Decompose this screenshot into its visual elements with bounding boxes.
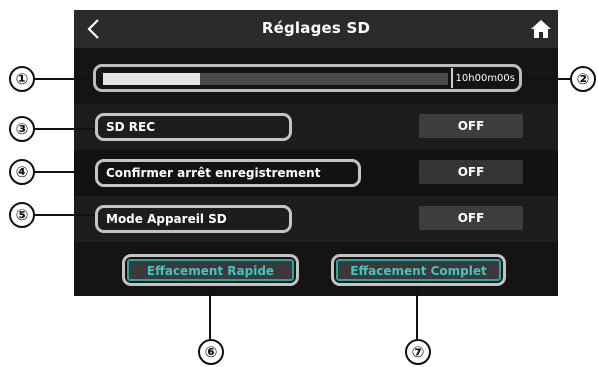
sd-rec-toggle[interactable]: OFF xyxy=(419,114,523,138)
callout-6-leader xyxy=(209,286,211,339)
callout-7-leader xyxy=(416,286,418,339)
full-erase-frame: Effacement Complet xyxy=(331,254,506,286)
setting-label-sd-device-mode: Mode Appareil SD xyxy=(95,205,292,233)
callout-2-leader xyxy=(522,78,570,80)
capacity-bar-track xyxy=(103,73,448,85)
callout-5: ⑤ xyxy=(9,202,35,228)
home-icon[interactable] xyxy=(530,18,552,40)
sd-settings-screen: Réglages SD 10h00m00s SD REC OFF Confirm… xyxy=(74,10,558,296)
callout-5-leader xyxy=(33,214,95,216)
quick-erase-frame: Effacement Rapide xyxy=(122,254,299,286)
callout-4-leader xyxy=(33,171,95,173)
sd-capacity-meter: 10h00m00s xyxy=(93,64,522,92)
sd-device-mode-toggle[interactable]: OFF xyxy=(419,206,523,230)
confirm-stop-toggle[interactable]: OFF xyxy=(419,160,523,184)
full-erase-button[interactable]: Effacement Complet xyxy=(336,259,501,281)
callout-3-leader xyxy=(33,128,95,130)
callout-6: ⑥ xyxy=(198,339,224,365)
callout-3: ③ xyxy=(9,116,35,142)
callout-1-leader xyxy=(33,78,93,80)
title-bar: Réglages SD xyxy=(74,10,558,48)
callout-2: ② xyxy=(570,66,596,92)
setting-label-sd-rec: SD REC xyxy=(95,113,292,141)
page-title: Réglages SD xyxy=(261,19,371,37)
callout-4: ④ xyxy=(9,159,35,185)
callout-1: ① xyxy=(9,66,35,92)
remaining-time: 10h00m00s xyxy=(455,73,515,84)
quick-erase-button[interactable]: Effacement Rapide xyxy=(127,259,294,281)
setting-row-sd-device-mode: Mode Appareil SD OFF xyxy=(74,196,558,242)
capacity-divider xyxy=(451,68,453,88)
callout-7: ⑦ xyxy=(405,339,431,365)
setting-row-sd-rec: SD REC OFF xyxy=(74,104,558,150)
capacity-bar-fill xyxy=(103,73,200,85)
setting-label-confirm-stop: Confirmer arrêt enregistrement xyxy=(95,159,361,187)
setting-row-confirm-stop: Confirmer arrêt enregistrement OFF xyxy=(74,150,558,196)
